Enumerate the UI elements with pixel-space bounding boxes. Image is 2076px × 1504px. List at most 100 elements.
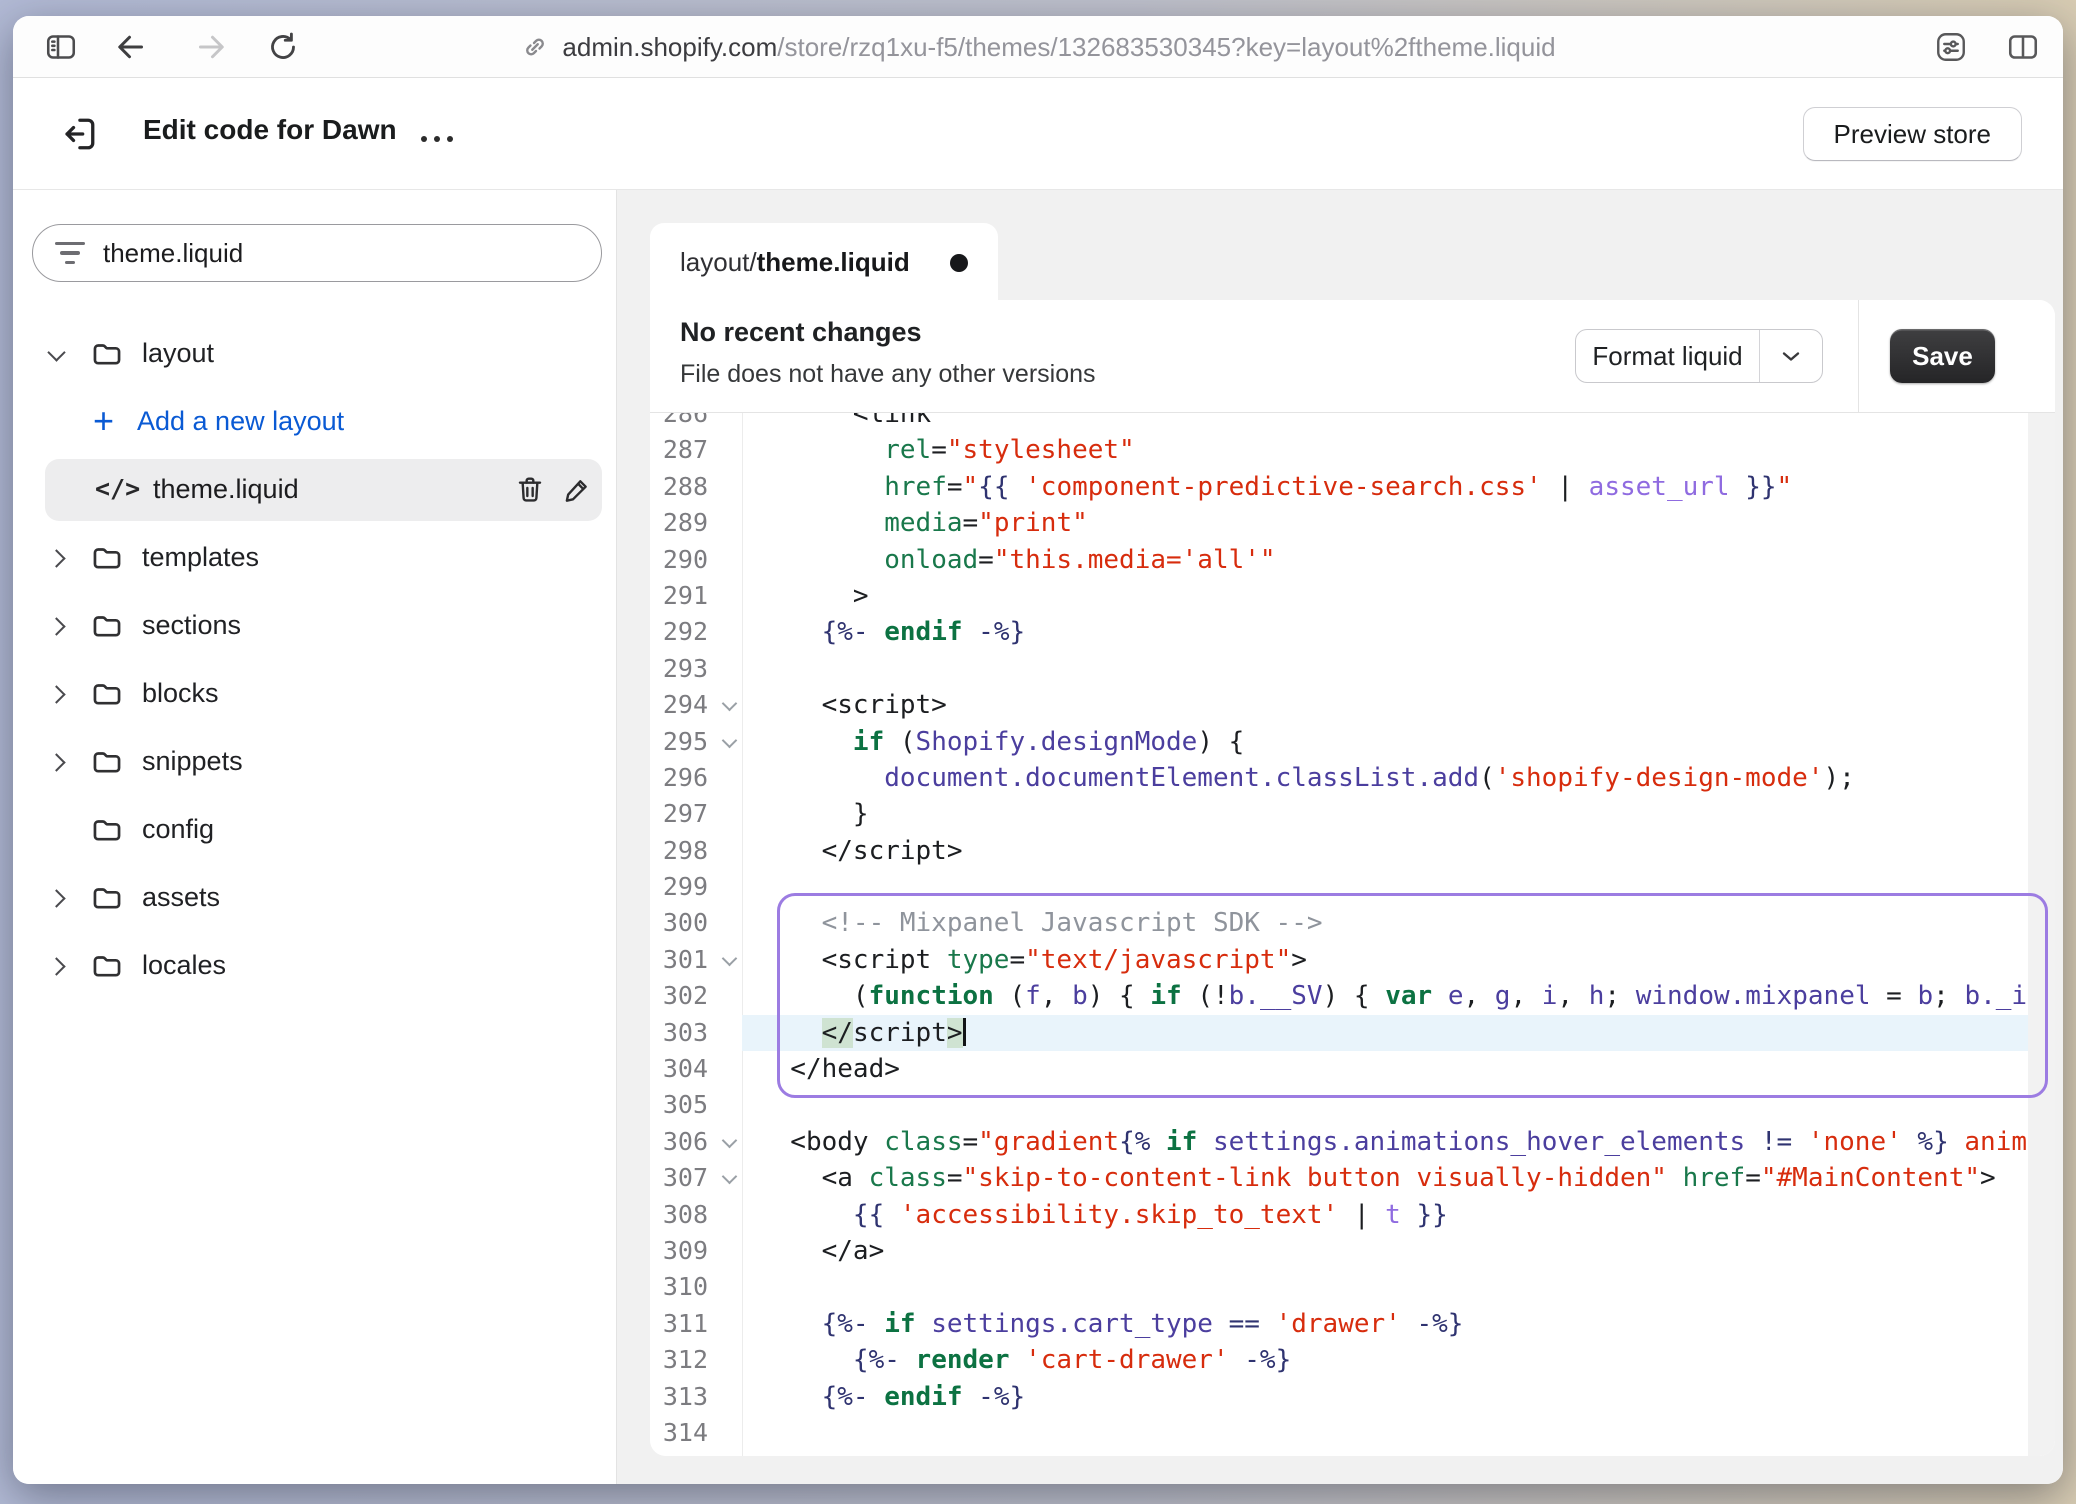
fold-chevron-icon[interactable] (722, 951, 738, 967)
line-number: 304 (650, 1051, 708, 1087)
gutter-row: 315 (650, 1451, 742, 1456)
fold-chevron-icon[interactable] (722, 696, 738, 712)
code-line[interactable]: if (Shopify.designMode) { (742, 724, 2028, 760)
code-line[interactable] (742, 1269, 2028, 1305)
code-line[interactable]: </head> (742, 1051, 2028, 1087)
line-number: 310 (650, 1269, 708, 1305)
scrollbar-gutter[interactable] (2028, 413, 2055, 1456)
code-line[interactable]: </a> (742, 1233, 2028, 1269)
code-line[interactable]: {{ 'accessibility.skip_to_text' | t }} (742, 1197, 2028, 1233)
search-input[interactable] (103, 238, 579, 269)
sidebar-item-config[interactable]: config (13, 796, 616, 864)
gutter-row: 288 (650, 469, 742, 505)
gutter-row: 298 (650, 833, 742, 869)
editor-region: layout/theme.liquid No recent changes Fi… (617, 190, 2063, 1484)
reader-settings-icon[interactable] (1933, 29, 1969, 65)
gutter-row: 300 (650, 905, 742, 941)
url-bar[interactable]: admin.shopify.com/store/rzq1xu-f5/themes… (13, 16, 2063, 78)
file-search[interactable] (32, 224, 602, 282)
split-view-icon[interactable] (2005, 29, 2041, 65)
code-line[interactable]: > (742, 578, 2028, 614)
code-line[interactable]: <!-- Mixpanel Javascript SDK --> (742, 905, 2028, 941)
fold-chevron-icon[interactable] (722, 732, 738, 748)
code-line[interactable]: onload="this.media='all'" (742, 542, 2028, 578)
code-line[interactable]: <script> (742, 687, 2028, 723)
code-line[interactable]: {%- if settings.cart_type == 'drawer' -%… (742, 1306, 2028, 1342)
chevron-right-icon[interactable] (47, 957, 65, 975)
code-pane[interactable]: <link rel="stylesheet" href="{{ 'compone… (742, 413, 2028, 1456)
line-number: 292 (650, 614, 708, 650)
sidebar-item-blocks[interactable]: blocks (13, 660, 616, 728)
code-line[interactable]: {% sections 'header-group' %} (742, 1451, 2028, 1456)
chevron-right-icon[interactable] (47, 685, 65, 703)
line-number: 290 (650, 542, 708, 578)
code-line[interactable]: {%- endif -%} (742, 1379, 2028, 1415)
folder-label: assets (142, 882, 220, 913)
gutter-row: 310 (650, 1269, 742, 1305)
sidebar-item-locales[interactable]: locales (13, 932, 616, 1000)
code-line[interactable]: {%- endif -%} (742, 614, 2028, 650)
code-line[interactable]: <script type="text/javascript"> (742, 942, 2028, 978)
sidebar-item-snippets[interactable]: snippets (13, 728, 616, 796)
gutter-row: 304 (650, 1051, 742, 1087)
gutter-row: 289 (650, 505, 742, 541)
code-line[interactable]: </script> (742, 1015, 2028, 1051)
code-line[interactable]: } (742, 796, 2028, 832)
code-line[interactable]: (function (f, b) { if (!b.__SV) { var e,… (742, 978, 2028, 1014)
fold-chevron-icon[interactable] (722, 1169, 738, 1185)
gutter-row: 313 (650, 1379, 742, 1415)
sidebar-item-templates[interactable]: templates (13, 524, 616, 592)
gutter-row: 290 (650, 542, 742, 578)
url-domain: admin.shopify.com (562, 32, 777, 62)
gutter-row: 314 (650, 1415, 742, 1451)
code-line[interactable] (742, 1087, 2028, 1123)
code-line[interactable]: rel="stylesheet" (742, 432, 2028, 468)
code-line[interactable] (742, 1415, 2028, 1451)
chevron-right-icon[interactable] (47, 549, 65, 567)
url-path: /store/rzq1xu-f5/themes/132683530345?key… (777, 32, 1555, 62)
line-number: 294 (650, 687, 708, 723)
sidebar-item-assets[interactable]: assets (13, 864, 616, 932)
rename-file-icon[interactable] (561, 474, 593, 506)
preview-store-button[interactable]: Preview store (1803, 107, 2023, 161)
format-options-chevron-icon[interactable] (1760, 349, 1822, 363)
format-liquid-button[interactable]: Format liquid (1575, 329, 1823, 383)
line-number: 307 (650, 1160, 708, 1196)
line-number: 308 (650, 1197, 708, 1233)
sidebar-item-theme-liquid[interactable]: </> theme.liquid (13, 456, 616, 524)
code-line[interactable]: document.documentElement.classList.add('… (742, 760, 2028, 796)
gutter-row: 291 (650, 578, 742, 614)
gutter-row: 287 (650, 432, 742, 468)
fold-chevron-icon[interactable] (722, 1133, 738, 1149)
page-title: Edit code for Dawn (143, 114, 397, 146)
tab-theme-liquid[interactable]: layout/theme.liquid (650, 223, 998, 302)
code-line[interactable]: <link (742, 413, 2028, 432)
line-number: 298 (650, 833, 708, 869)
chevron-right-icon[interactable] (47, 889, 65, 907)
save-button[interactable]: Save (1890, 329, 1995, 383)
code-line[interactable] (742, 651, 2028, 687)
code-line[interactable]: href="{{ 'component-predictive-search.cs… (742, 469, 2028, 505)
folder-label: layout (142, 338, 214, 369)
gutter-row: 296 (650, 760, 742, 796)
chevron-down-icon[interactable] (47, 343, 65, 361)
code-line[interactable]: {%- render 'cart-drawer' -%} (742, 1342, 2028, 1378)
code-line[interactable] (742, 869, 2028, 905)
exit-editor-icon[interactable] (57, 112, 101, 156)
code-line[interactable]: <body class="gradient{% if settings.anim… (742, 1124, 2028, 1160)
code-line[interactable]: <a class="skip-to-content-link button vi… (742, 1160, 2028, 1196)
code-editor[interactable]: 2862872882892902912922932942952962972982… (650, 413, 2055, 1456)
status-title: No recent changes (680, 317, 922, 348)
browser-toolbar: admin.shopify.com/store/rzq1xu-f5/themes… (13, 16, 2063, 78)
delete-file-icon[interactable] (514, 474, 546, 506)
gutter: 2862872882892902912922932942952962972982… (650, 413, 742, 1456)
chevron-right-icon[interactable] (47, 617, 65, 635)
sidebar-item-sections[interactable]: sections (13, 592, 616, 660)
sidebar-item-layout[interactable]: layout (13, 320, 616, 388)
gutter-row: 294 (650, 687, 742, 723)
chevron-right-icon[interactable] (47, 753, 65, 771)
overflow-menu-icon[interactable] (421, 136, 453, 142)
code-line[interactable]: </script> (742, 833, 2028, 869)
add-new-layout-button[interactable]: + Add a new layout (13, 388, 616, 456)
code-line[interactable]: media="print" (742, 505, 2028, 541)
